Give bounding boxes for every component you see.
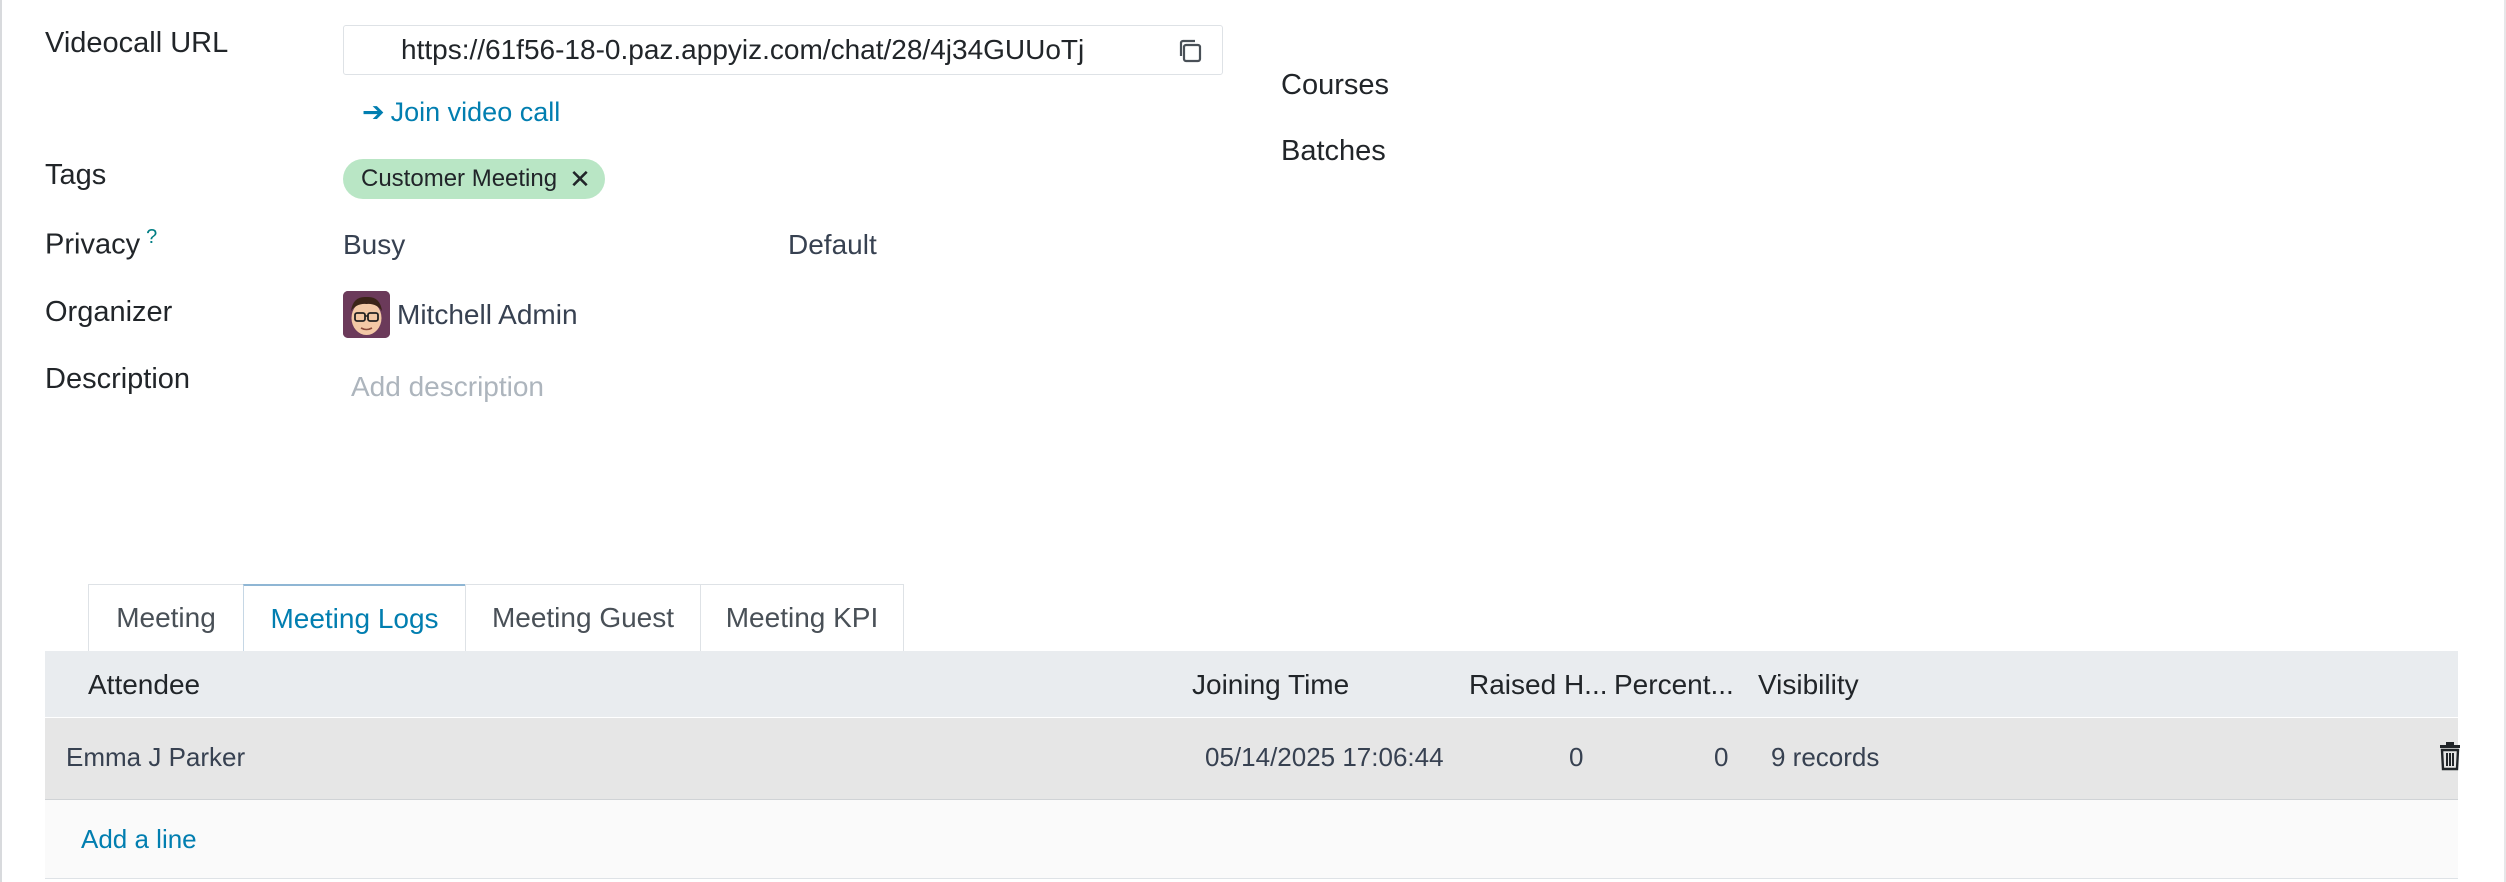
courses-label: Courses	[1281, 69, 1389, 101]
add-line-row: Add a line	[45, 800, 2458, 879]
videocall-url-label: Videocall URL	[45, 27, 229, 59]
column-visibility[interactable]: Visibility	[1758, 669, 1859, 701]
privacy-label: Privacy?	[45, 226, 157, 262]
cell-raised-hands: 0	[1569, 742, 1584, 772]
videocall-url-field[interactable]: https://61f56-18-0.paz.appyiz.com/chat/2…	[343, 25, 1223, 75]
tags-label: Tags	[45, 159, 107, 191]
add-a-line-link[interactable]: Add a line	[81, 824, 197, 855]
column-joining-time[interactable]: Joining Time	[1192, 669, 1349, 701]
organizer-label: Organizer	[45, 296, 173, 328]
help-tooltip-icon[interactable]: ?	[146, 226, 157, 248]
tab-meeting-kpi[interactable]: Meeting KPI	[700, 584, 904, 651]
arrow-right-icon: ➔	[362, 97, 385, 127]
batches-label: Batches	[1281, 135, 1386, 167]
left-border	[0, 0, 2, 882]
column-raised-hands[interactable]: Raised H...	[1469, 669, 1608, 701]
organizer-name[interactable]: Mitchell Admin	[397, 299, 578, 331]
tab-meeting-logs[interactable]: Meeting Logs	[243, 584, 466, 651]
copy-icon[interactable]	[1176, 37, 1204, 65]
tag-badge[interactable]: Customer Meeting ✕	[343, 159, 605, 199]
table-row[interactable]: Emma J Parker 05/14/2025 17:06:44 0 0 9 …	[45, 718, 2460, 800]
notebook-tabs: Meeting Meeting Logs Meeting Guest Meeti…	[88, 584, 904, 651]
trash-icon[interactable]	[2437, 741, 2463, 771]
cell-joining-time: 05/14/2025 17:06:44	[1205, 742, 1444, 772]
tab-meeting-guest[interactable]: Meeting Guest	[465, 584, 701, 651]
privacy-label-text: Privacy	[45, 228, 141, 261]
column-percent[interactable]: Percent...	[1614, 669, 1734, 701]
column-attendee[interactable]: Attendee	[88, 669, 200, 701]
cell-visibility: 9 records	[1771, 742, 1880, 772]
privacy-select[interactable]: Default	[788, 229, 877, 261]
show-as-select[interactable]: Busy	[343, 229, 405, 261]
join-video-call-label: Join video call	[390, 97, 561, 127]
description-label: Description	[45, 363, 191, 395]
avatar	[343, 291, 390, 338]
tab-meeting[interactable]: Meeting	[88, 584, 244, 651]
tag-label: Customer Meeting	[361, 165, 558, 192]
videocall-url-value: https://61f56-18-0.paz.appyiz.com/chat/2…	[401, 34, 1085, 65]
table-header: Attendee Joining Time Raised H... Percen…	[45, 651, 2458, 717]
cell-percent: 0	[1714, 742, 1729, 772]
description-field[interactable]: Add description	[351, 371, 544, 403]
join-video-call-link[interactable]: ➔ Join video call	[362, 97, 560, 128]
remove-tag-icon[interactable]: ✕	[569, 166, 591, 192]
cell-attendee: Emma J Parker	[66, 742, 246, 772]
